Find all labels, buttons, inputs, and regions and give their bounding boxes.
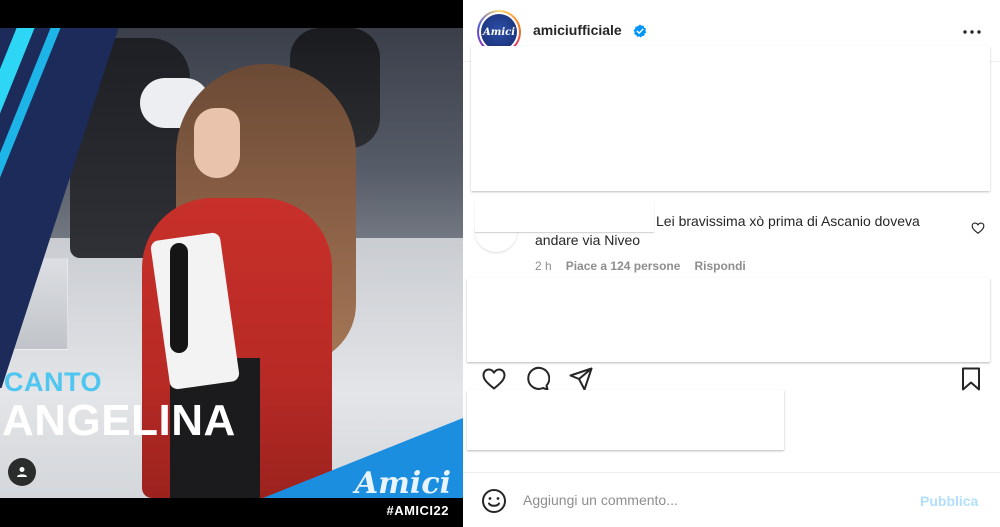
- redacted-likes-block: [467, 390, 784, 450]
- publish-button[interactable]: Pubblica: [920, 493, 978, 509]
- more-options-icon[interactable]: [960, 22, 984, 42]
- post-actions: [481, 366, 986, 392]
- comment-meta: 2 h Piace a 124 persone Rispondi: [535, 259, 746, 273]
- add-comment-bar: Pubblica: [463, 472, 1000, 527]
- comment-input[interactable]: [523, 492, 903, 508]
- heart-icon[interactable]: [481, 366, 507, 392]
- username-link[interactable]: amiciufficiale: [533, 22, 622, 38]
- share-icon[interactable]: [568, 366, 594, 392]
- verified-badge-icon: [633, 24, 647, 38]
- category-label: CANTO: [4, 367, 103, 397]
- comment-time: 2 h: [535, 259, 552, 273]
- post-media[interactable]: CANTO ANGELINA Amici #AMICI22: [0, 0, 463, 527]
- comment-like-icon[interactable]: [971, 221, 985, 235]
- redacted-block: [467, 278, 990, 362]
- instagram-post-view: CANTO ANGELINA Amici #AMICI22 Amici amic…: [0, 0, 1000, 527]
- hashtag-label: #AMICI22: [386, 503, 449, 518]
- redacted-comment-block: [471, 46, 990, 191]
- singer-face: [194, 108, 240, 178]
- contestant-name: ANGELINA: [2, 396, 236, 445]
- bookmark-icon[interactable]: [958, 366, 984, 392]
- comment-text: Lei bravissima xò prima di Ascanio dovev…: [535, 213, 920, 248]
- microphone: [170, 243, 188, 353]
- amici-logo: Amici: [354, 466, 451, 501]
- post-sidebar: Amici amiciufficiale Lei bravissima xò p…: [463, 0, 1000, 527]
- comment-icon[interactable]: [524, 366, 550, 392]
- emoji-icon[interactable]: [481, 488, 507, 514]
- avatar-logo: Amici: [481, 14, 517, 50]
- comment-likes-link[interactable]: Piace a 124 persone: [566, 259, 681, 273]
- user-icon: [17, 467, 27, 477]
- reply-button[interactable]: Rispondi: [694, 259, 745, 273]
- tagged-user-button[interactable]: [8, 458, 36, 486]
